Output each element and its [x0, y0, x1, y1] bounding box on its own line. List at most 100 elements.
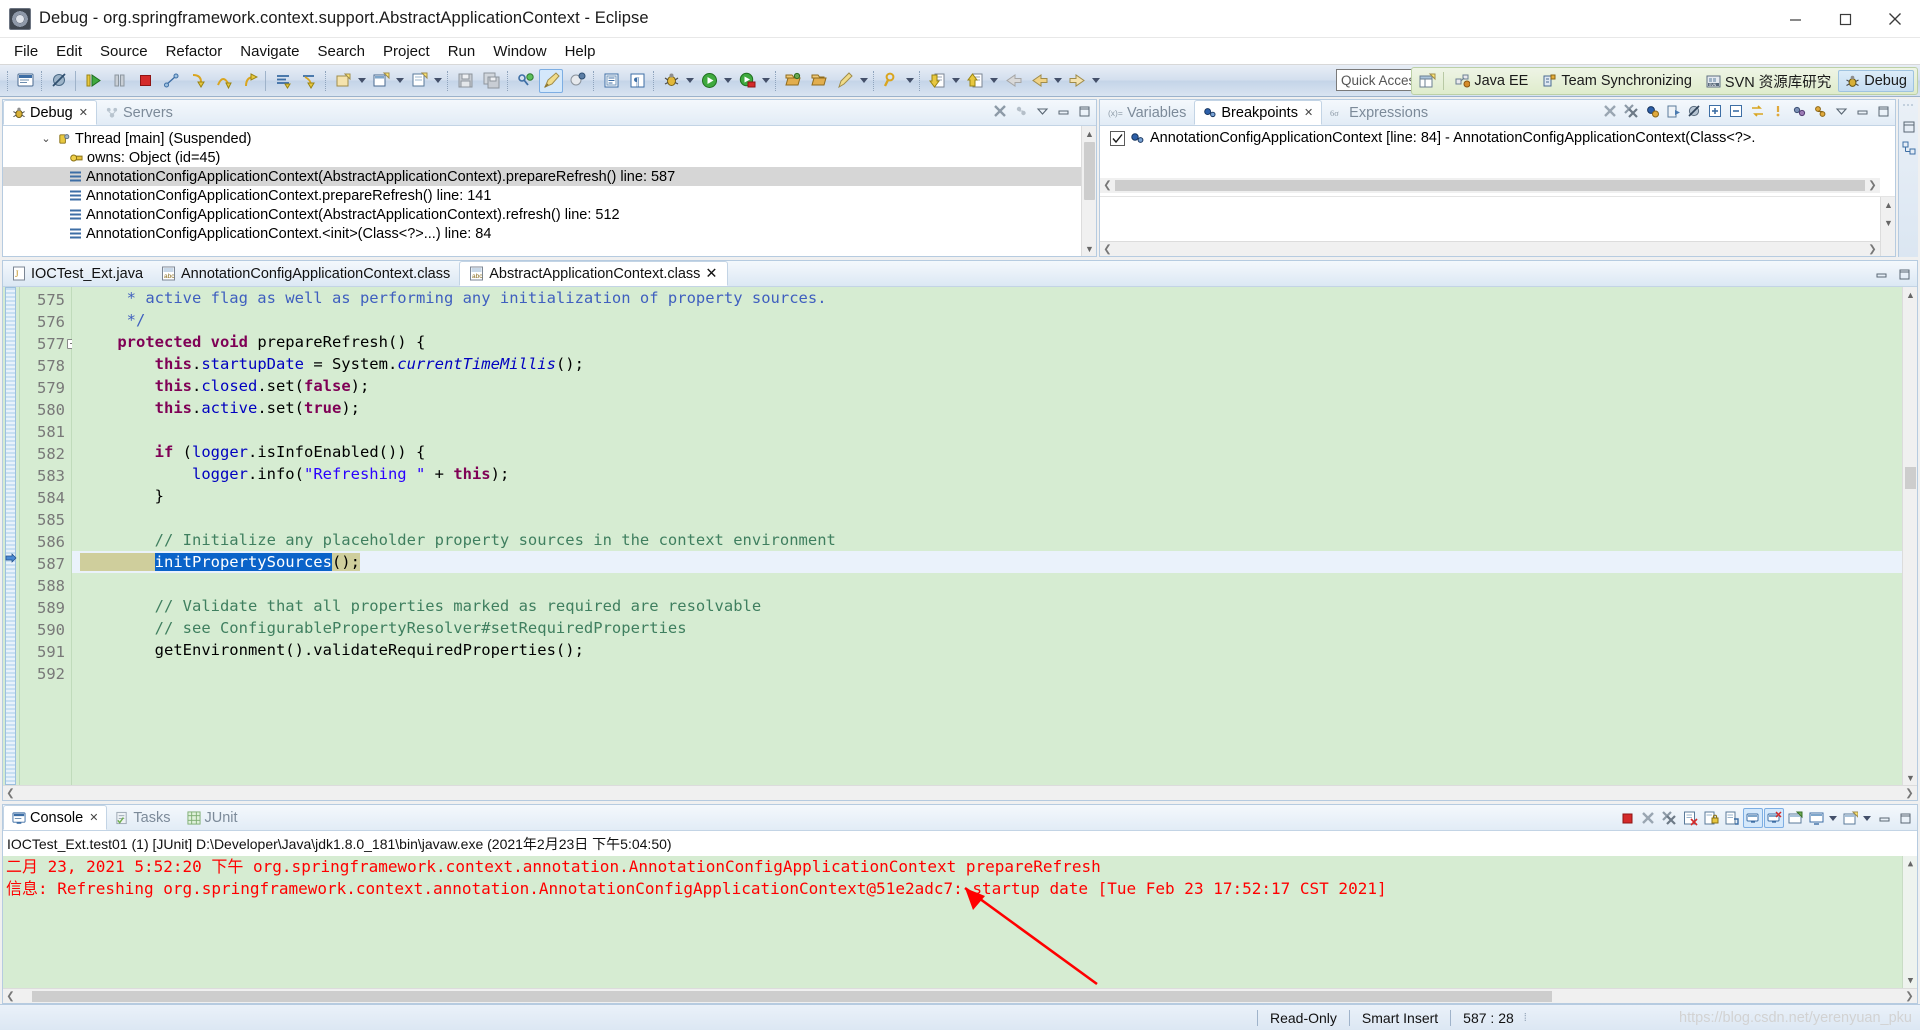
console-vscroll[interactable]: ▲ ▼ — [1902, 856, 1917, 988]
tab-servers[interactable]: Servers — [97, 100, 181, 125]
scrollbar-thumb[interactable] — [1905, 467, 1916, 489]
outline-view-icon[interactable] — [1902, 141, 1916, 155]
pin-console-icon[interactable] — [1743, 808, 1763, 828]
scroll-left-icon[interactable]: ❮ — [3, 786, 18, 801]
new-console-dropdown-icon[interactable] — [1861, 806, 1873, 830]
menu-dropdown-icon[interactable] — [1011, 101, 1031, 121]
maximize-button[interactable] — [1820, 0, 1870, 38]
new-file-icon[interactable] — [407, 69, 431, 93]
new-java-project-dropdown-icon[interactable] — [356, 69, 368, 93]
editor-horizontal-scrollbar[interactable]: ❮ ❯ — [3, 785, 1917, 800]
scrollbar-thumb[interactable] — [32, 990, 1552, 1002]
minimize-editor-icon[interactable] — [1871, 264, 1891, 284]
show-breakpoints-supported-icon[interactable] — [1642, 101, 1662, 121]
tab-variables[interactable]: (x)= Variables — [1100, 100, 1194, 125]
go-to-file-icon[interactable] — [1663, 101, 1683, 121]
search-dropdown-icon[interactable] — [904, 69, 916, 93]
step-over-icon[interactable] — [211, 69, 235, 93]
scroll-right-icon[interactable]: ❯ — [1865, 178, 1880, 193]
run-icon[interactable] — [697, 69, 721, 93]
expand-all-icon[interactable] — [1705, 101, 1725, 121]
menu-navigate[interactable]: Navigate — [231, 40, 308, 63]
perspective-java-ee[interactable]: Java EE — [1448, 70, 1535, 92]
detail-hscroll[interactable]: ❮ ❯ — [1100, 241, 1880, 256]
clear-console-icon[interactable] — [1680, 808, 1700, 828]
new-wizard-icon[interactable] — [369, 69, 393, 93]
menu-help[interactable]: Help — [556, 40, 605, 63]
tab-junit[interactable]: JUnit — [179, 805, 246, 830]
toggle-mark-occurrences-icon[interactable] — [539, 68, 563, 93]
chevron-down-icon[interactable]: ⌄ — [39, 132, 53, 145]
tab-tasks[interactable]: Tasks — [107, 805, 178, 830]
console-output[interactable]: 二月 23, 2021 5:52:20 下午 org.springframewo… — [3, 856, 1917, 988]
scroll-up-icon[interactable]: ▲ — [1903, 856, 1917, 871]
new-java-console-icon[interactable] — [13, 69, 37, 93]
remove-all-terminated-launches-icon[interactable] — [1659, 808, 1679, 828]
tree-item-thread[interactable]: ⌄ Thread [main] (Suspended) — [3, 129, 1096, 148]
next-edit-location-icon[interactable] — [925, 69, 949, 93]
pencil-icon[interactable] — [833, 69, 857, 93]
tab-breakpoints[interactable]: Breakpoints ✕ — [1194, 100, 1323, 125]
close-icon[interactable]: ✕ — [79, 106, 88, 119]
debug-view-scrollbar[interactable]: ▲ ▼ — [1081, 126, 1096, 256]
close-icon[interactable]: ✕ — [89, 811, 98, 824]
skip-all-breakpoints-icon[interactable] — [47, 69, 71, 93]
menu-source[interactable]: Source — [91, 40, 157, 63]
pencil-dropdown-icon[interactable] — [858, 69, 870, 93]
new-wizard-dropdown-icon[interactable] — [394, 69, 406, 93]
show-whitespace-icon[interactable]: ¶ — [625, 69, 649, 93]
forward-icon[interactable] — [1065, 69, 1089, 93]
open-type-icon[interactable] — [599, 69, 623, 93]
open-console-icon[interactable] — [1785, 808, 1805, 828]
terminate-icon[interactable] — [1617, 808, 1637, 828]
new-console-view-icon[interactable] — [1840, 808, 1860, 828]
menu-file[interactable]: File — [5, 40, 47, 63]
collapse-all-icon[interactable] — [1726, 101, 1746, 121]
debug-icon[interactable] — [659, 69, 683, 93]
suspend-icon[interactable] — [107, 69, 131, 93]
perspective-team-synchronizing[interactable]: Team Synchronizing — [1535, 70, 1699, 92]
back-arrow-icon[interactable] — [1027, 69, 1051, 93]
remove-all-terminated-icon[interactable] — [990, 101, 1010, 121]
view-menu-icon[interactable] — [1831, 101, 1851, 121]
use-step-filters-icon[interactable] — [297, 69, 321, 93]
maximize-view-icon[interactable] — [1074, 101, 1094, 121]
run-dropdown-icon[interactable] — [722, 69, 734, 93]
scroll-down-icon[interactable]: ▼ — [1903, 973, 1917, 988]
menu-refactor[interactable]: Refactor — [157, 40, 232, 63]
code-area[interactable]: 575 576 577 − 578 579 580 581 582 583 58… — [3, 287, 1917, 785]
save-icon[interactable] — [453, 69, 477, 93]
scroll-right-icon[interactable]: ❯ — [1902, 989, 1917, 1004]
display-selected-console-icon[interactable] — [1764, 808, 1784, 828]
forward-dropdown-icon[interactable] — [1090, 69, 1102, 93]
maximize-view-icon[interactable] — [1873, 101, 1893, 121]
scrollbar-thumb[interactable] — [1115, 180, 1865, 191]
perspective-svn[interactable]: SVN SVN 资源库研究 — [1699, 68, 1838, 95]
menu-search[interactable]: Search — [308, 40, 374, 63]
tree-item-frame-0[interactable]: AnnotationConfigApplicationContext(Abstr… — [3, 167, 1096, 186]
close-icon[interactable]: ✕ — [705, 266, 717, 282]
scroll-down-icon[interactable]: ▼ — [1903, 770, 1918, 785]
previous-edit-dropdown-icon[interactable] — [988, 69, 1000, 93]
step-into-icon[interactable] — [185, 69, 209, 93]
scroll-up-icon[interactable]: ▲ — [1082, 126, 1096, 141]
breakpoint-group-icon[interactable] — [1810, 101, 1830, 121]
console-horizontal-scrollbar[interactable]: ❮ ❯ — [3, 988, 1917, 1003]
back-icon[interactable] — [1001, 69, 1025, 93]
scroll-down-icon[interactable]: ▼ — [1082, 241, 1096, 256]
tab-debug[interactable]: Debug ✕ — [3, 100, 97, 125]
new-file-dropdown-icon[interactable] — [432, 69, 444, 93]
editor-tab-abstractapplicationcontext[interactable]: abc AbstractApplicationContext.class ✕ — [459, 261, 728, 286]
menu-window[interactable]: Window — [484, 40, 555, 63]
open-perspective-icon[interactable] — [781, 69, 805, 93]
minimize-view-icon[interactable] — [1852, 101, 1872, 121]
selected-token[interactable]: initPropertySources — [154, 553, 332, 571]
lock-scroll-icon[interactable] — [1701, 808, 1721, 828]
scroll-right-icon[interactable]: ❯ — [1865, 242, 1880, 257]
menu-project[interactable]: Project — [374, 40, 439, 63]
console-display-dropdown-icon[interactable] — [1827, 806, 1839, 830]
editor-vertical-scrollbar[interactable]: ▲ ▼ — [1902, 287, 1917, 785]
resume-icon[interactable] — [81, 69, 105, 93]
open-perspective-button[interactable] — [1415, 70, 1439, 92]
scroll-left-icon[interactable]: ❮ — [3, 989, 18, 1004]
